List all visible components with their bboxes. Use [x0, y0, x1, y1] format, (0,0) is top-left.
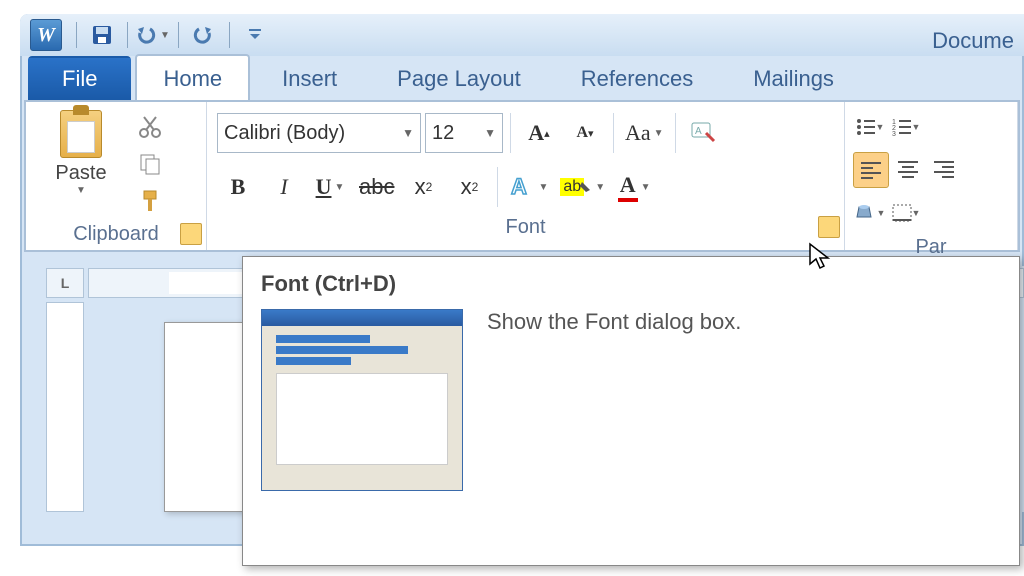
- change-case-button[interactable]: Aa▼: [621, 114, 668, 152]
- svg-text:A: A: [695, 126, 702, 137]
- strikethrough-button[interactable]: abc: [355, 168, 398, 206]
- tab-home[interactable]: Home: [135, 54, 250, 100]
- cut-button[interactable]: [134, 111, 166, 143]
- tab-insert[interactable]: Insert: [254, 54, 365, 100]
- vertical-ruler[interactable]: [46, 302, 84, 512]
- quick-access-toolbar: W ▼: [20, 14, 1024, 56]
- font-tooltip: Font (Ctrl+D) Show the Font dialog box.: [242, 256, 1020, 566]
- svg-text:A: A: [511, 174, 527, 199]
- font-color-button[interactable]: A▼: [613, 168, 655, 206]
- align-center-button[interactable]: [891, 152, 925, 186]
- paragraph-group: ▼ 123▼ ▼ ▼ Par: [845, 102, 1018, 250]
- highlight-button[interactable]: ab▼: [556, 168, 609, 206]
- chevron-down-icon: [248, 28, 262, 42]
- italic-button[interactable]: I: [263, 168, 305, 206]
- clipboard-launcher[interactable]: [180, 223, 202, 245]
- shrink-font-button[interactable]: A▾: [564, 114, 606, 152]
- format-painter-button[interactable]: [134, 185, 166, 217]
- tooltip-title: Font (Ctrl+D): [261, 271, 1001, 297]
- align-right-icon: [934, 161, 954, 177]
- tooltip-thumbnail: [261, 309, 463, 491]
- paste-button[interactable]: Paste: [55, 162, 106, 185]
- undo-button[interactable]: ▼: [139, 21, 167, 49]
- font-size-combo[interactable]: 12▼: [425, 113, 503, 153]
- clipboard-group: Paste ▼ Clipboard: [26, 102, 207, 250]
- superscript-button[interactable]: x2: [448, 168, 490, 206]
- font-group: Calibri (Body)▼ 12▼ A▴ A▾ Aa▼ A B I U▼ a…: [207, 102, 845, 250]
- clear-formatting-button[interactable]: A: [683, 114, 725, 152]
- font-launcher[interactable]: [818, 216, 840, 238]
- tab-mailings[interactable]: Mailings: [725, 54, 862, 100]
- undo-icon: [136, 25, 158, 45]
- tooltip-description: Show the Font dialog box.: [487, 309, 741, 491]
- copy-icon: [138, 152, 162, 176]
- text-effects-icon: A: [509, 174, 535, 200]
- copy-button[interactable]: [134, 148, 166, 180]
- word-logo[interactable]: W: [30, 19, 62, 51]
- ribbon: Paste ▼ Clipboard Calibri (Body)▼ 12▼ A▴…: [24, 100, 1020, 252]
- borders-icon: [892, 204, 912, 222]
- redo-button[interactable]: [190, 21, 218, 49]
- subscript-button[interactable]: x2: [402, 168, 444, 206]
- font-group-label: Font: [213, 214, 838, 243]
- bullets-button[interactable]: ▼: [853, 110, 887, 144]
- underline-button[interactable]: U▼: [309, 168, 351, 206]
- scissors-icon: [138, 115, 162, 139]
- numbering-icon: 123: [892, 118, 912, 136]
- bucket-icon: [855, 203, 877, 223]
- svg-text:3: 3: [892, 131, 896, 138]
- save-button[interactable]: [88, 21, 116, 49]
- qat-customize-button[interactable]: [241, 21, 269, 49]
- align-center-icon: [898, 161, 918, 177]
- borders-button[interactable]: ▼: [889, 196, 923, 230]
- tab-page-layout[interactable]: Page Layout: [369, 54, 549, 100]
- numbering-button[interactable]: 123▼: [889, 110, 923, 144]
- align-left-icon: [861, 162, 881, 178]
- bold-button[interactable]: B: [217, 168, 259, 206]
- eraser-icon: A: [690, 121, 718, 145]
- clipboard-group-label: Clipboard: [32, 221, 200, 250]
- highlighter-icon: [580, 180, 592, 194]
- redo-icon: [193, 25, 215, 45]
- align-left-button[interactable]: [853, 152, 889, 188]
- ruler-corner[interactable]: L: [46, 268, 84, 298]
- paste-icon: [60, 110, 102, 158]
- ribbon-tabs: File Home Insert Page Layout References …: [20, 56, 1024, 100]
- shading-button[interactable]: ▼: [853, 196, 887, 230]
- bullets-icon: [856, 118, 876, 136]
- brush-icon: [138, 189, 162, 213]
- text-effects-button[interactable]: A▼: [505, 168, 552, 206]
- grow-font-button[interactable]: A▴: [518, 114, 560, 152]
- save-icon: [91, 24, 113, 46]
- window-title: Docume: [932, 28, 1014, 54]
- tab-file[interactable]: File: [28, 56, 131, 100]
- align-right-button[interactable]: [927, 152, 961, 186]
- tab-references[interactable]: References: [553, 54, 722, 100]
- font-family-combo[interactable]: Calibri (Body)▼: [217, 113, 421, 153]
